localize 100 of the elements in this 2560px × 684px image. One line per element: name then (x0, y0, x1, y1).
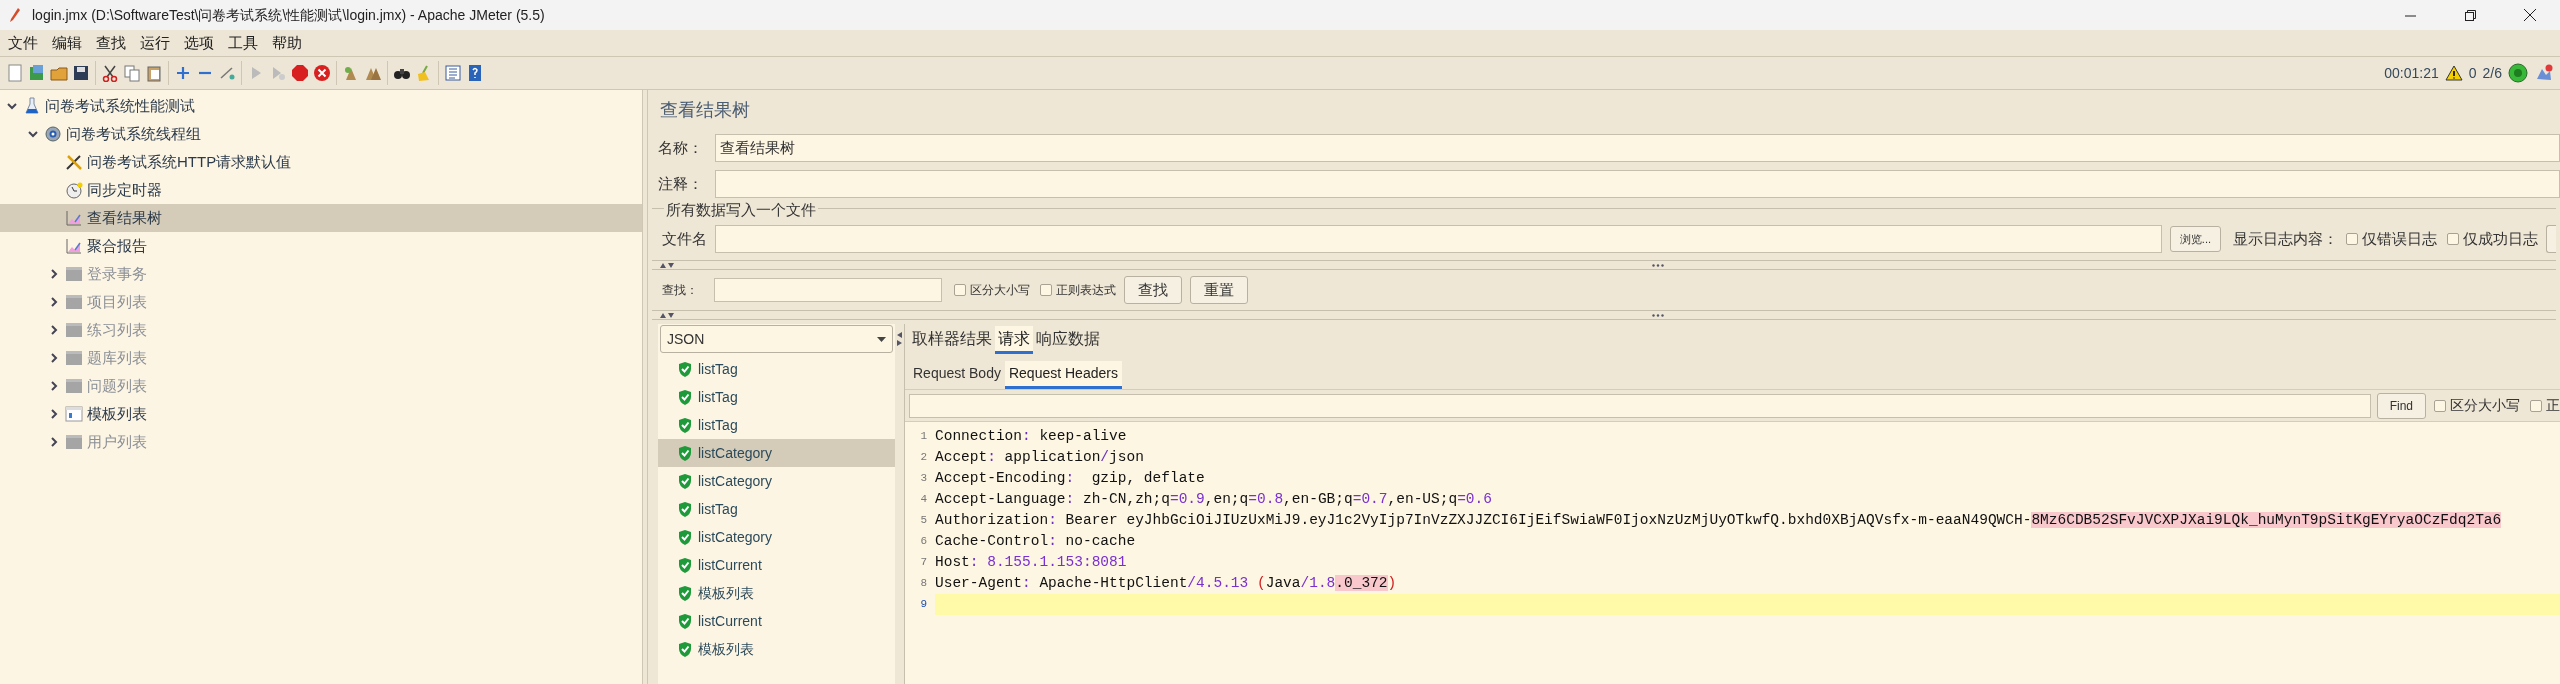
splitter-grip-icon[interactable] (1652, 263, 1664, 267)
splitter-arrows-icon[interactable] (660, 312, 674, 318)
menu-item[interactable]: 选项 (178, 31, 220, 55)
checkbox-label: 仅成功日志 (2463, 228, 2538, 249)
tab[interactable]: Request Body (909, 361, 1005, 389)
new-file-icon[interactable] (6, 64, 24, 82)
checkbox[interactable] (2346, 233, 2358, 245)
checkbox-label: 区分大小写 (970, 282, 1030, 299)
checkbox[interactable] (2434, 399, 2446, 412)
success-shield-icon (678, 612, 692, 630)
tree-item[interactable]: 模板列表 (0, 400, 642, 428)
chart-icon (65, 237, 83, 255)
find-field[interactable] (909, 393, 2371, 418)
splitter-arrows-icon[interactable] (897, 332, 902, 346)
sample-item[interactable]: listTag (658, 383, 895, 411)
tree-item[interactable]: 问卷考试系统性能测试 (0, 92, 642, 120)
name-field[interactable]: 查看结果树 (715, 134, 2560, 162)
checkbox-label: 区分大小写 (2450, 396, 2520, 415)
gear-icon (44, 125, 62, 143)
line-number: 9 (919, 597, 928, 613)
line-number: 3 (919, 471, 928, 487)
wrench-screwdriver-icon (65, 153, 83, 171)
controller-icon (65, 377, 83, 395)
checkbox[interactable] (1040, 284, 1052, 296)
menu-item[interactable]: 运行 (134, 31, 176, 55)
sample-item[interactable]: 模板列表 (658, 635, 895, 663)
line-number: 4 (919, 492, 928, 508)
tree-item[interactable]: 问卷考试系统线程组 (0, 120, 642, 148)
menu-item[interactable]: 编辑 (46, 31, 88, 55)
checkbox[interactable] (2447, 233, 2459, 245)
tab[interactable]: Request Headers (1004, 361, 1122, 389)
cut-icon[interactable] (101, 64, 119, 82)
flask-icon (23, 97, 41, 115)
stop-icon[interactable] (291, 64, 309, 82)
menu-item[interactable]: 查找 (90, 31, 132, 55)
tree-item[interactable]: 聚合报告 (0, 232, 642, 260)
line-number: 7 (919, 555, 928, 571)
checkbox[interactable] (2530, 399, 2542, 412)
comment-field[interactable] (715, 170, 2560, 198)
tab[interactable]: 响应数据 (1033, 326, 1103, 354)
menu-item[interactable]: 文件 (2, 31, 44, 55)
sample-item[interactable]: listCategory (658, 439, 895, 467)
sample-item[interactable]: listCurrent (658, 607, 895, 635)
controller-icon (65, 321, 83, 339)
line-number: 8 (919, 576, 928, 592)
sample-item[interactable]: listCategory (658, 467, 895, 495)
success-shield-icon (678, 444, 692, 462)
sample-item[interactable]: 模板列表 (658, 579, 895, 607)
search-label: 查找： (662, 282, 698, 299)
controller-icon (65, 293, 83, 311)
dropdown-caret-icon (877, 336, 886, 342)
cut-off-control[interactable] (2546, 225, 2556, 253)
sample-item[interactable]: listCurrent (658, 551, 895, 579)
tab[interactable]: 取样器结果 (909, 326, 995, 354)
find-button[interactable]: Find (2376, 392, 2426, 419)
name-label: 名称： (658, 137, 703, 158)
paste-icon[interactable] (145, 64, 163, 82)
tree-item[interactable]: 同步定时器 (0, 176, 642, 204)
toggle-icon[interactable] (218, 64, 236, 82)
save-icon[interactable] (72, 64, 90, 82)
expand-icon[interactable] (174, 64, 192, 82)
menu-item[interactable]: 工具 (222, 31, 264, 55)
splitter-arrows-icon[interactable] (660, 262, 674, 268)
browse-button[interactable]: 浏览... (2169, 226, 2221, 252)
code-line: Host: 8.155.1.153:8081 (935, 553, 1128, 572)
shutdown-icon[interactable] (313, 64, 331, 82)
sample-item[interactable]: listCategory (658, 523, 895, 551)
success-shield-icon (678, 556, 692, 574)
sample-item[interactable]: listTag (658, 495, 895, 523)
menu-item[interactable]: 帮助 (266, 31, 308, 55)
controller-icon (65, 265, 83, 283)
templates-icon[interactable] (28, 64, 46, 82)
restore-icon (2464, 9, 2476, 21)
controller-icon (65, 349, 83, 367)
checkbox[interactable] (954, 284, 966, 296)
tree-item[interactable]: 查看结果树 (0, 204, 642, 232)
line-number: 5 (919, 513, 928, 529)
controller-icon (65, 405, 83, 423)
sample-item[interactable]: listTag (658, 355, 895, 383)
checkbox-label: 正 (2546, 396, 2560, 415)
search-field[interactable] (714, 278, 942, 302)
code-line: Authorization: Bearer eyJhbGciOiJIUzUxMiJ9.eyJ1c2VyIjp7InVzZXJJZCI6IjEifSwiaWF0IjoxNzUzMjUyOTkwfQ.bxhd0XBjAQVsfx-m-eaaN49QWCH-8Mz6CDB52SFvJVCXPJXai9LQk_huMynT9pSitKgEYryaOCzFdq2Ta6 (935, 511, 2503, 530)
tab[interactable]: 请求 (995, 326, 1033, 354)
function-list-icon[interactable] (444, 64, 462, 82)
renderer-dropdown[interactable]: JSON (660, 325, 893, 353)
success-shield-icon (678, 360, 692, 378)
log-viewer-icon[interactable] (2534, 63, 2554, 83)
sample-item[interactable]: listTag (658, 411, 895, 439)
splitter-grip-icon[interactable] (1652, 313, 1664, 317)
help-icon[interactable] (466, 64, 484, 82)
success-shield-icon (678, 584, 692, 602)
line-number: 1 (919, 429, 928, 445)
warning-icon[interactable] (2444, 65, 2463, 81)
reset-button[interactable]: 重置 (1190, 276, 1248, 304)
line-number: 2 (919, 450, 928, 466)
checkbox-label: 正则表达式 (1056, 282, 1116, 299)
search-button[interactable]: 查找 (1124, 276, 1182, 304)
filename-field[interactable] (715, 225, 2162, 253)
clock-icon (65, 181, 83, 199)
tree-item[interactable]: 问卷考试系统HTTP请求默认值 (0, 148, 642, 176)
